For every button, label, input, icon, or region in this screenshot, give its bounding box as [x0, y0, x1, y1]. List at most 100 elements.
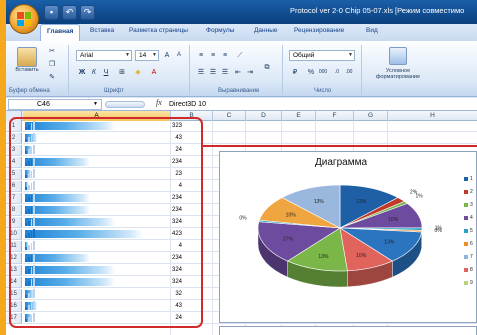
italic-icon[interactable]: К: [88, 67, 100, 78]
column-header-d[interactable]: D: [246, 111, 282, 121]
office-button[interactable]: [9, 4, 39, 34]
underline-icon[interactable]: Ч: [100, 67, 112, 78]
legend-swatch: [464, 281, 468, 285]
number-format-select[interactable]: Общий ▼: [289, 50, 355, 61]
group-separator: [189, 45, 190, 95]
legend-entry: 7: [464, 252, 473, 262]
legend-swatch: [464, 216, 468, 220]
pie-data-label: 13%: [318, 254, 329, 260]
pie-data-label: 13%: [356, 199, 367, 205]
copy-icon[interactable]: ❐: [46, 59, 58, 70]
alignment-group-label: Выравнивание: [218, 88, 260, 94]
tab-review[interactable]: Рецензирование: [294, 27, 344, 34]
orientation-icon[interactable]: ⟋: [234, 50, 246, 61]
save-icon[interactable]: ▪: [44, 4, 59, 20]
increase-decimal-icon[interactable]: .0: [331, 67, 343, 78]
undo-icon[interactable]: ↶: [62, 4, 77, 20]
tab-view[interactable]: Вид: [366, 27, 378, 34]
pie-chart[interactable]: Диаграмма 13% 2% 1% 10% 1% 0% 13% 10% 13% 17% 0% 10…: [219, 151, 477, 323]
percent-icon[interactable]: %: [305, 67, 317, 78]
legend-entry: 4: [464, 213, 473, 223]
fill-color-icon[interactable]: ◈: [132, 67, 144, 78]
name-box[interactable]: C46 ▼: [8, 99, 102, 110]
column-header-h[interactable]: H: [388, 111, 477, 121]
grow-font-icon[interactable]: A: [161, 50, 173, 61]
pie-data-label: 10%: [356, 253, 367, 259]
legend-label: 5: [470, 228, 473, 234]
tab-formulas[interactable]: Формулы: [206, 27, 234, 34]
pie-data-label: 1%: [416, 193, 424, 199]
align-right-icon[interactable]: ☰: [219, 67, 231, 78]
thousands-icon[interactable]: 000: [317, 67, 329, 78]
number-group-label: Число: [314, 88, 332, 94]
column-header-c[interactable]: C: [213, 111, 246, 121]
excel-window: ▪ ↶ ↷ Protocol ver 2-0 Chip 05-07.xls [Р…: [6, 0, 477, 335]
legend-swatch: [464, 242, 468, 246]
decrease-indent-icon[interactable]: ⇤: [232, 67, 244, 78]
tab-data[interactable]: Данные: [254, 27, 277, 34]
column-header-f[interactable]: F: [316, 111, 354, 121]
font-size-value: 14: [139, 52, 147, 59]
legend-entry: 8: [464, 265, 473, 275]
legend-entry: 3: [464, 200, 473, 210]
shrink-font-icon[interactable]: A: [173, 50, 185, 61]
column-header-e[interactable]: E: [282, 111, 316, 121]
font-group-label: Шрифт: [104, 88, 124, 94]
align-top-icon[interactable]: ≡: [195, 50, 207, 61]
align-left-icon[interactable]: ☰: [195, 67, 207, 78]
align-bottom-icon[interactable]: ≡: [219, 50, 231, 61]
column-header-g[interactable]: G: [354, 111, 388, 121]
align-center-icon[interactable]: ☰: [207, 67, 219, 78]
insert-function-icon[interactable]: fx: [156, 98, 162, 107]
align-middle-icon[interactable]: ≡: [207, 50, 219, 61]
ribbon-tab-bar: Главная Вставка Разметка страницы Формул…: [6, 24, 477, 41]
legend-label: 2: [470, 189, 473, 195]
legend-entry: 2: [464, 187, 473, 197]
conditional-formatting-label: Условное форматирование: [375, 68, 421, 80]
tab-page-layout[interactable]: Разметка страницы: [129, 27, 188, 34]
font-family-select[interactable]: Arial ▼: [76, 50, 132, 61]
tab-insert[interactable]: Вставка: [90, 27, 114, 34]
legend-swatch: [464, 255, 468, 259]
pie-data-label: 10%: [286, 212, 297, 218]
tab-home[interactable]: Главная: [40, 24, 81, 41]
increase-indent-icon[interactable]: ⇥: [244, 67, 256, 78]
bold-icon[interactable]: Ж: [76, 67, 88, 78]
ribbon: Вставить ✂ ❐ ✎ Буфер обмена Arial ▼ 14 ▼ A…: [6, 41, 477, 97]
font-size-select[interactable]: 14 ▼: [135, 50, 159, 61]
legend-label: 4: [470, 215, 473, 221]
font-color-icon[interactable]: A: [148, 67, 160, 78]
redo-icon[interactable]: ↷: [80, 4, 95, 20]
legend-swatch: [464, 203, 468, 207]
conditional-formatting-button[interactable]: Условное форматирование: [368, 47, 428, 80]
decrease-decimal-icon[interactable]: .00: [343, 67, 355, 78]
group-separator: [68, 45, 69, 95]
office-logo-icon: [17, 12, 31, 26]
font-family-value: Arial: [80, 52, 94, 59]
legend-label: 3: [470, 202, 473, 208]
clipboard-group-label: Буфер обмена: [9, 88, 50, 94]
formula-bar-splitter[interactable]: [105, 101, 145, 108]
pie-data-label: 10%: [388, 217, 399, 223]
conditional-formatting-icon: [389, 47, 407, 65]
currency-icon[interactable]: ₽: [289, 67, 301, 78]
legend-entry: 6: [464, 239, 473, 249]
formula-input[interactable]: Direct3D 10: [166, 99, 476, 110]
legend-label: 9: [470, 280, 473, 286]
pie-data-label: 0%: [239, 215, 247, 221]
legend-label: 6: [470, 241, 473, 247]
wrap-text-icon[interactable]: ⧉: [258, 59, 276, 77]
cut-icon[interactable]: ✂: [46, 46, 58, 57]
formula-bar: C46 ▼ fx Direct3D 10: [6, 98, 477, 111]
highlight-frame: [9, 117, 203, 328]
format-painter-icon[interactable]: ✎: [46, 72, 58, 83]
cell-reference: C46: [37, 101, 50, 108]
paste-button[interactable]: Вставить: [10, 47, 44, 73]
legend-swatch: [464, 177, 468, 181]
second-chart-frame: [219, 326, 477, 335]
number-format-value: Общий: [293, 52, 315, 59]
grid-line: [212, 121, 213, 335]
paste-icon: [17, 47, 37, 67]
borders-icon[interactable]: ⊞: [116, 67, 128, 78]
pie-data-label: 0%: [435, 228, 443, 234]
